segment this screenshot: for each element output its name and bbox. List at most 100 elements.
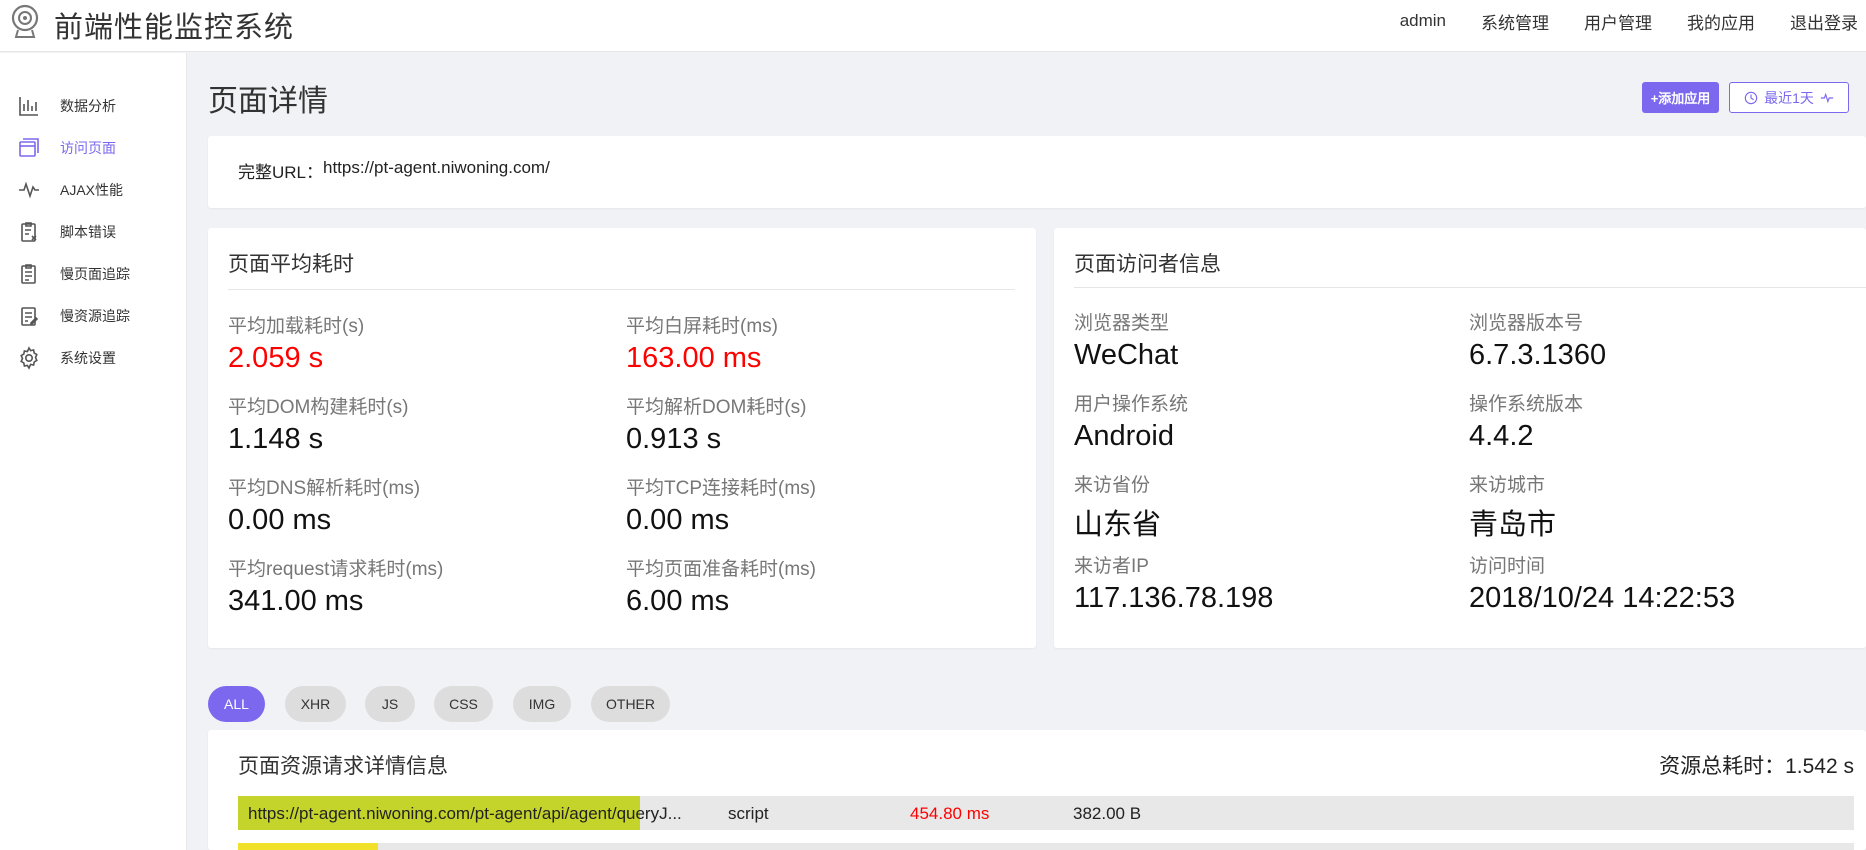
clipboard-edit-icon: [21, 307, 39, 326]
filter-chip-img[interactable]: IMG: [513, 686, 571, 722]
sidebar-item-label: 脚本错误: [60, 224, 116, 240]
sidebar-item-label: 数据分析: [60, 98, 116, 114]
nav-system-admin[interactable]: 系统管理: [1481, 9, 1549, 34]
metric-avg-dom-build: 平均DOM构建耗时(s) 1.148 s: [228, 392, 408, 456]
resource-total-value: 1.542 s: [1785, 755, 1854, 778]
top-header: 前端性能监控系统 admin 系统管理 用户管理 我的应用 退出登录: [0, 0, 1866, 52]
sidebar: 数据分析 访问页面 AJAX性能 脚本错误 慢页面追踪 慢资源追踪 系统设置: [0, 53, 187, 850]
field-value: WeChat: [1074, 339, 1179, 371]
field-value: 117.136.78.198: [1074, 582, 1274, 614]
bar-chart-icon: [19, 97, 38, 116]
time-range-label: 最近1天: [1764, 89, 1814, 106]
filter-chip-all[interactable]: ALL: [208, 686, 265, 722]
filter-chip-css[interactable]: CSS: [434, 686, 493, 722]
field-province: 来访省份 山东省: [1074, 470, 1161, 543]
sidebar-item-label: 访问页面: [60, 140, 116, 156]
sidebar-item-system-settings[interactable]: 系统设置: [0, 333, 187, 383]
metric-label: 平均页面准备耗时(ms): [626, 559, 816, 580]
field-visit-time: 访问时间 2018/10/24 14:22:53: [1469, 551, 1735, 615]
url-card: 完整URL： https://pt-agent.niwoning.com/: [208, 136, 1866, 208]
window-icon: [19, 138, 39, 157]
resource-details-card: 页面资源请求详情信息 资源总耗时：1.542 s https://pt-agen…: [208, 730, 1866, 850]
metric-avg-request: 平均request请求耗时(ms) 341.00 ms: [228, 554, 443, 618]
add-app-button[interactable]: +添加应用: [1642, 82, 1719, 113]
nav-my-apps[interactable]: 我的应用: [1687, 9, 1755, 34]
time-range-button[interactable]: 最近1天: [1729, 82, 1849, 113]
field-label: 浏览器版本号: [1469, 313, 1584, 334]
clipboard-x-icon: [21, 222, 37, 242]
sidebar-item-label: 系统设置: [60, 350, 116, 366]
field-os-version: 操作系统版本 4.4.2: [1469, 389, 1583, 453]
metric-label: 平均DNS解析耗时(ms): [228, 478, 421, 499]
webcam-logo-icon: [11, 4, 39, 38]
pulse-icon: [19, 181, 39, 199]
filter-chip-xhr[interactable]: XHR: [285, 686, 346, 722]
field-label: 来访城市: [1469, 475, 1546, 496]
metric-value: 0.913 s: [626, 423, 722, 455]
card-title: 页面平均耗时: [228, 253, 354, 276]
nav-logout[interactable]: 退出登录: [1790, 9, 1858, 34]
field-city: 来访城市 青岛市: [1469, 470, 1556, 543]
field-value: 山东省: [1074, 509, 1162, 541]
resource-type: script: [728, 804, 769, 823]
metric-avg-white-screen: 平均白屏耗时(ms) 163.00 ms: [626, 311, 778, 375]
clock-icon: [1744, 91, 1758, 104]
metric-value: 341.00 ms: [228, 585, 364, 617]
metric-label: 平均加载耗时(s): [228, 316, 365, 337]
metric-label: 平均解析DOM耗时(s): [626, 397, 807, 418]
divider: [228, 289, 1015, 290]
nav-user-admin[interactable]: 用户管理: [1584, 9, 1652, 34]
table-row[interactable]: [238, 843, 1854, 850]
metric-value: 1.148 s: [228, 423, 324, 455]
nav-admin[interactable]: admin: [1400, 11, 1446, 31]
resource-total-time: 资源总耗时：1.542 s: [1659, 750, 1854, 780]
metric-value: 0.00 ms: [626, 504, 730, 536]
field-label: 访问时间: [1469, 556, 1546, 577]
metric-label: 平均白屏耗时(ms): [626, 316, 778, 337]
field-os: 用户操作系统 Android: [1074, 389, 1188, 453]
metric-label: 平均TCP连接耗时(ms): [626, 478, 816, 499]
field-label: 操作系统版本: [1469, 394, 1584, 415]
metric-label: 平均DOM构建耗时(s): [228, 397, 409, 418]
metric-avg-dom-parse: 平均解析DOM耗时(s) 0.913 s: [626, 392, 806, 456]
sidebar-item-label: AJAX性能: [60, 182, 124, 198]
sidebar-item-label: 慢页面追踪: [60, 266, 130, 282]
average-timing-card: 页面平均耗时 平均加载耗时(s) 2.059 s 平均白屏耗时(ms) 163.…: [208, 228, 1036, 648]
field-value: Android: [1074, 420, 1174, 452]
resource-size: 382.00 B: [1073, 804, 1142, 823]
field-label: 来访者IP: [1074, 556, 1149, 577]
app-title: 前端性能监控系统: [54, 12, 295, 44]
metric-value: 163.00 ms: [626, 342, 762, 374]
field-label: 用户操作系统: [1074, 394, 1189, 415]
metric-value: 2.059 s: [228, 342, 324, 374]
filter-chip-js[interactable]: JS: [365, 686, 415, 722]
metric-avg-dns: 平均DNS解析耗时(ms) 0.00 ms: [228, 473, 420, 537]
field-value: 2018/10/24 14:22:53: [1469, 582, 1736, 614]
field-label: 浏览器类型: [1074, 313, 1170, 334]
field-value: 4.4.2: [1469, 420, 1534, 452]
clipboard-list-icon: [21, 264, 36, 284]
card-title: 页面资源请求详情信息: [238, 755, 448, 778]
url-value: https://pt-agent.niwoning.com/: [323, 158, 550, 177]
visitor-info-card: 页面访问者信息 浏览器类型 WeChat 浏览器版本号 6.7.3.1360 用…: [1054, 228, 1866, 648]
resource-duration-bar: [238, 843, 378, 850]
sidebar-item-label: 慢资源追踪: [60, 308, 130, 324]
field-value: 青岛市: [1469, 509, 1557, 541]
top-nav: admin 系统管理 用户管理 我的应用 退出登录: [1400, 0, 1866, 42]
table-row[interactable]: https://pt-agent.niwoning.com/pt-agent/a…: [238, 796, 1854, 830]
resource-total-label: 资源总耗时：: [1659, 755, 1786, 778]
metric-label: 平均request请求耗时(ms): [228, 559, 444, 580]
metric-value: 6.00 ms: [626, 585, 730, 617]
field-label: 来访省份: [1074, 475, 1151, 496]
card-title: 页面访问者信息: [1074, 253, 1221, 276]
field-browser-version: 浏览器版本号 6.7.3.1360: [1469, 308, 1606, 372]
metric-avg-page-ready: 平均页面准备耗时(ms) 6.00 ms: [626, 554, 816, 618]
gear-icon: [20, 346, 38, 370]
field-value: 6.7.3.1360: [1469, 339, 1607, 371]
metric-value: 0.00 ms: [228, 504, 332, 536]
divider: [1074, 287, 1866, 288]
filter-chip-other[interactable]: OTHER: [591, 686, 670, 722]
field-browser-type: 浏览器类型 WeChat: [1074, 308, 1178, 372]
field-ip: 来访者IP 117.136.78.198: [1074, 551, 1273, 615]
resource-url: https://pt-agent.niwoning.com/pt-agent/a…: [248, 804, 682, 823]
